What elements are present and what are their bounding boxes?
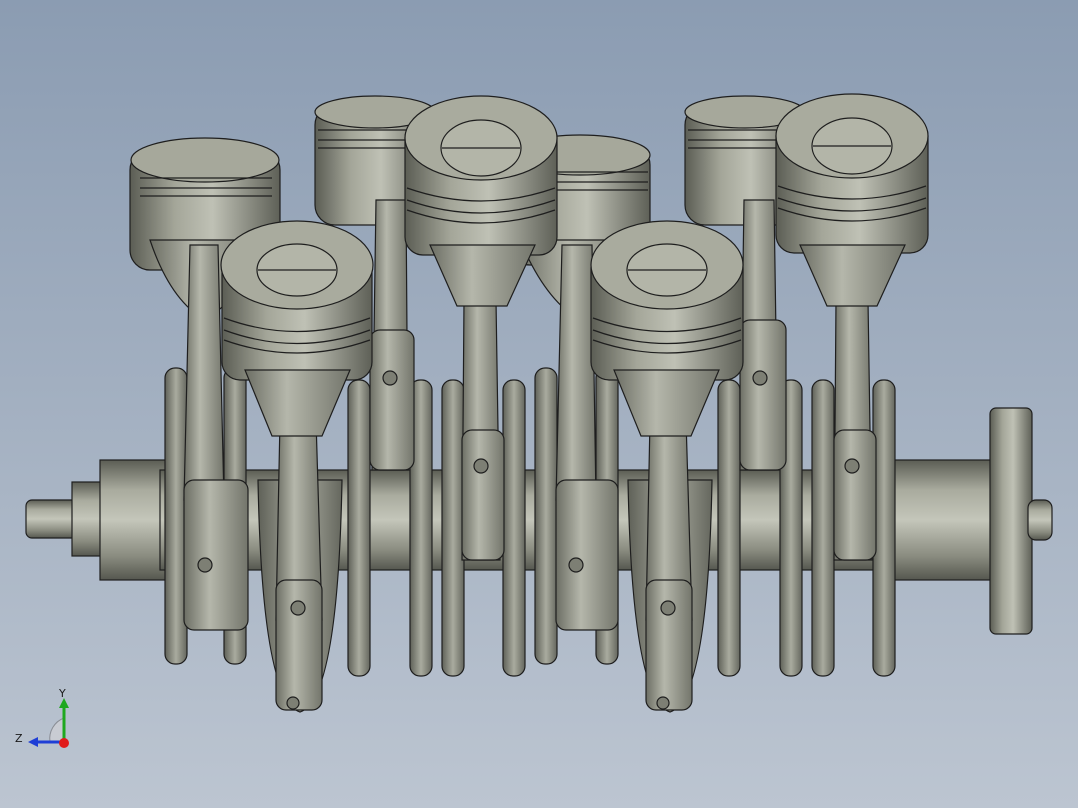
conrod-5[interactable] — [555, 244, 597, 501]
rear-flange[interactable] — [989, 407, 1033, 635]
rear-pilot[interactable] — [1027, 499, 1053, 541]
crankshaft[interactable] — [25, 367, 1053, 713]
crank-nose[interactable] — [71, 481, 103, 557]
crankshaft-assembly-model[interactable] — [0, 0, 1078, 808]
z-axis-label: Z — [15, 732, 23, 745]
conrod-1[interactable] — [183, 244, 225, 501]
cad-graphics-viewport[interactable]: Y Z — [0, 0, 1078, 808]
x-axis-dot — [59, 738, 69, 748]
front-main-journal[interactable] — [99, 459, 167, 581]
view-orientation-triad[interactable]: Y Z — [10, 682, 80, 752]
y-axis-label: Y — [58, 687, 66, 700]
triad-plane-shading — [49, 717, 65, 743]
z-axis-arrowhead — [28, 737, 38, 747]
rear-main-journal[interactable] — [879, 459, 1001, 581]
